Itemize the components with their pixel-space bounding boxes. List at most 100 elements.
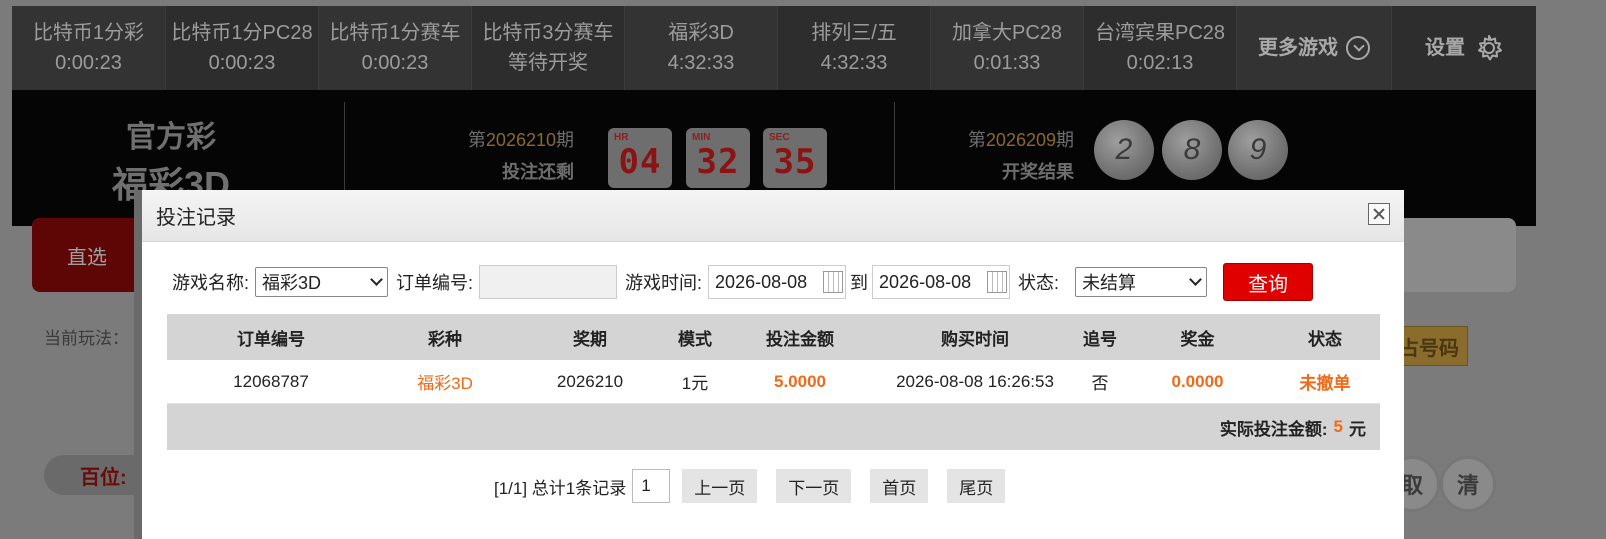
game-tab-time: 等待开奖 [508, 52, 588, 74]
game-tab[interactable]: 排列三/五 4:32:33 [778, 6, 931, 90]
issue-suffix: 期 [1056, 130, 1074, 150]
date-to-value: 2026-08-08 [879, 271, 972, 292]
calendar-icon[interactable] [823, 271, 844, 293]
pagination: [1/1] 总计1条记录 1 上一页 下一页 首页 尾页 [494, 468, 1024, 504]
filter-bar: 游戏名称: 福彩3D 订单编号: 游戏时间: 2026-08-08 到 2026… [172, 262, 1314, 302]
game-tab[interactable]: 加拿大PC28 0:01:33 [931, 6, 1084, 90]
cell-order-number: 12068787 [233, 371, 309, 391]
last-issue: 第2026209期 开奖结果 [952, 124, 1074, 188]
order-number-label: 订单编号: [396, 273, 474, 293]
cell-period: 2026210 [556, 371, 624, 391]
prev-page-button[interactable]: 上一页 [682, 469, 758, 503]
col-lottery: 彩种 [428, 329, 462, 349]
status-label: 状态: [1018, 273, 1060, 293]
settings-button[interactable]: 设置 [1392, 6, 1536, 90]
issue-number: 2026210 [485, 130, 556, 150]
current-play-label: 当前玩法： [44, 329, 129, 348]
cell-status: 未撤单 [1299, 374, 1351, 393]
game-tab-time: 4:32:33 [820, 52, 888, 74]
page-number-value: 1 [641, 476, 651, 495]
game-tab-time: 0:01:33 [973, 52, 1041, 74]
date-from-value: 2026-08-08 [715, 271, 808, 292]
issue-number: 2026209 [985, 130, 1056, 150]
to-label: 到 [850, 273, 869, 293]
cell-prize: 0.0000 [1171, 371, 1224, 391]
game-select-value: 福彩3D [262, 273, 322, 293]
more-games-button[interactable]: 更多游戏 [1237, 6, 1392, 90]
game-tab[interactable]: 比特币3分赛车 等待开奖 [472, 6, 625, 90]
next-page-button[interactable]: 下一页 [776, 469, 852, 503]
brand-line1: 官方彩 [126, 121, 217, 154]
game-tab-time: 0:00:23 [208, 52, 276, 74]
game-tab-name: 比特币3分赛车 [482, 22, 614, 44]
col-status: 状态 [1308, 329, 1342, 349]
result-ball: 9 [1228, 120, 1288, 180]
current-issue: 第2026210期 投注还剩 [452, 124, 574, 188]
settings-label: 设置 [1425, 37, 1465, 59]
col-purchase-time: 购买时间 [941, 329, 1009, 349]
game-tab-name: 台湾宾果PC28 [1094, 22, 1226, 44]
tab-zhixuan[interactable]: 直选 [32, 218, 142, 292]
game-tab-name: 比特币1分PC28 [171, 22, 313, 44]
game-tab-time: 0:02:13 [1126, 52, 1194, 74]
minutes-digits: 32 [696, 142, 740, 182]
countdown-minutes: MIN 32 [686, 128, 750, 188]
table-header: 订单编号 彩种 奖期 模式 投注金额 购买时间 追号 奖金 状态 [167, 314, 1380, 360]
game-tab[interactable]: 比特币1分赛车 0:00:23 [319, 6, 472, 90]
issue-prefix: 第 [967, 130, 986, 150]
issue-prefix: 第 [467, 130, 486, 150]
date-to-input[interactable]: 2026-08-08 [872, 265, 1011, 299]
col-prize: 奖金 [1180, 329, 1215, 349]
hours-digits: 04 [618, 142, 662, 182]
date-from-input[interactable]: 2026-08-08 [708, 265, 847, 299]
game-tab[interactable]: 比特币1分彩 0:00:23 [12, 6, 166, 90]
order-number-input[interactable] [479, 265, 618, 299]
game-tab[interactable]: 福彩3D 4:32:33 [625, 6, 778, 90]
countdown-hours: HR 04 [608, 128, 672, 188]
calendar-icon[interactable] [987, 271, 1008, 293]
game-tab-name: 福彩3D [668, 22, 734, 44]
modal-shadow [134, 190, 142, 539]
last-page-button[interactable]: 尾页 [947, 469, 1006, 503]
col-bet-amount: 投注金额 [766, 329, 834, 349]
cell-lottery[interactable]: 福彩3D [375, 369, 515, 394]
cell-bet-amount: 5.0000 [774, 371, 826, 391]
bet-record-table: 订单编号 彩种 奖期 模式 投注金额 购买时间 追号 奖金 状态 1206878… [167, 314, 1380, 450]
total-label: 实际投注金额: [1219, 419, 1328, 439]
game-name-label: 游戏名称: [172, 273, 250, 293]
more-games-label: 更多游戏 [1258, 37, 1338, 59]
result-ball: 2 [1094, 120, 1154, 180]
col-mode: 模式 [678, 329, 712, 349]
table-row[interactable]: 12068787 福彩3D 2026210 1元 5.0000 2026-08-… [167, 360, 1380, 404]
status-select[interactable]: 未结算 [1075, 267, 1208, 297]
col-chase: 追号 [1083, 329, 1117, 349]
bet-record-dialog: 投注记录 游戏名称: 福彩3D 订单编号: 游戏时间: 2026-08-08 到… [142, 190, 1404, 539]
chevron-down-circle-icon [1346, 36, 1370, 60]
page-number-input[interactable]: 1 [632, 469, 671, 503]
game-tab-name: 排列三/五 [811, 22, 897, 44]
game-tab-time: 0:00:23 [55, 52, 122, 74]
dialog-title: 投注记录 [156, 207, 236, 229]
countdown-seconds: SEC 35 [763, 128, 827, 188]
table-footer: 实际投注金额: 5 元 [167, 404, 1380, 450]
game-select[interactable]: 福彩3D [255, 267, 389, 297]
query-button[interactable]: 查询 [1223, 263, 1314, 301]
col-period: 奖期 [573, 329, 607, 349]
result-ball: 8 [1162, 120, 1222, 180]
cell-purchase-time: 2026-08-08 16:26:53 [896, 371, 1054, 391]
total-unit: 元 [1349, 419, 1366, 439]
game-tab[interactable]: 比特币1分PC28 0:00:23 [166, 6, 319, 90]
close-icon[interactable] [1368, 203, 1390, 225]
game-tab[interactable]: 台湾宾果PC28 0:02:13 [1084, 6, 1237, 90]
clear-button[interactable]: 清 [1440, 456, 1496, 512]
game-tab-name: 加拿大PC28 [951, 22, 1063, 44]
game-tab-name: 比特币1分彩 [32, 22, 145, 44]
dialog-header: 投注记录 [142, 190, 1404, 242]
first-page-button[interactable]: 首页 [870, 469, 929, 503]
seconds-digits: 35 [773, 142, 817, 182]
game-tab-time: 4:32:33 [667, 52, 735, 74]
col-order-number: 订单编号 [237, 329, 305, 349]
gear-icon [1478, 35, 1502, 61]
status-select-value: 未结算 [1082, 273, 1137, 293]
pager-summary: [1/1] 总计1条记录 [494, 478, 627, 498]
